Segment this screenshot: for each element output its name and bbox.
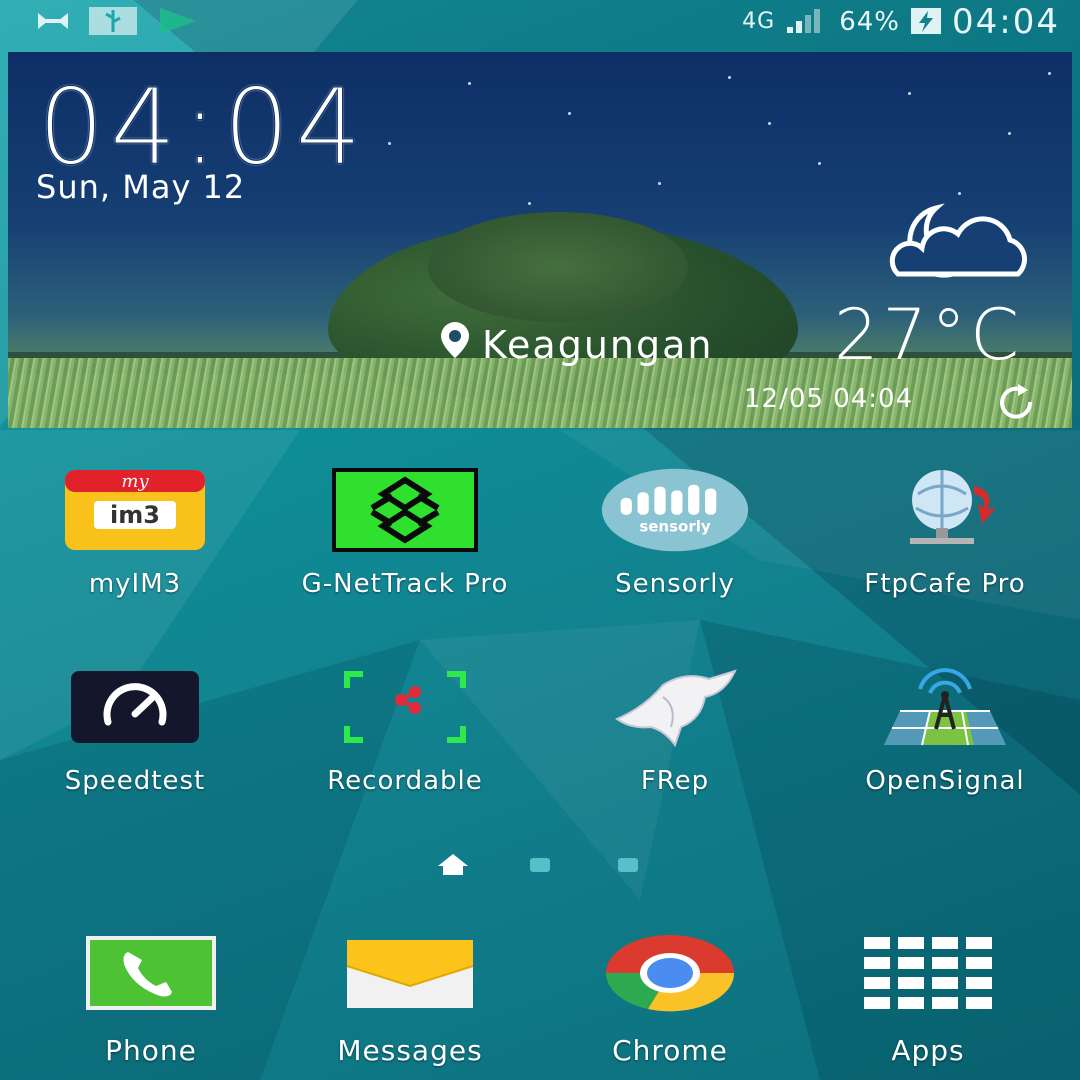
dock-chrome[interactable]: Chrome [545,928,795,1067]
status-bar: 4G 64% 04:04 [0,0,1080,46]
sensorly-icon: sensorly [600,465,750,555]
home-page-icon[interactable] [436,852,470,880]
status-time: 04:04 [952,2,1060,42]
app-label: Recordable [327,766,483,796]
dock-phone[interactable]: Phone [26,928,276,1067]
phone-icon [76,928,226,1018]
dock-label: Phone [105,1034,197,1067]
refresh-icon[interactable] [992,382,1042,426]
page-dot[interactable] [618,858,638,872]
app-label: Speedtest [64,766,206,796]
moon-cloud-icon [858,200,1042,284]
page-dot[interactable] [530,858,550,872]
myim3-icon: my im3 [60,465,210,555]
weather-updated-time: 12/05 04:04 [744,384,914,414]
svg-text:my: my [121,471,149,492]
play-store-icon [156,6,200,40]
app-speedtest[interactable]: Speedtest [10,662,260,794]
frep-icon [600,662,750,752]
battery-charging-icon [910,5,942,39]
clock-weather-widget[interactable]: 04:04 Sun, May 12 Keagungan 27°C 12/05 0… [8,52,1072,428]
battery-percent: 64% [839,7,901,37]
svg-text:im3: im3 [110,501,160,529]
widget-date: Sun, May 12 [36,168,246,206]
recordable-icon [330,662,480,752]
usb-debug-icon [88,6,138,40]
location-name: Keagungan [482,322,714,367]
app-frep[interactable]: FRep [550,662,800,794]
app-ftpcafe-pro[interactable]: FtpCafe Pro [820,465,1070,597]
app-label: FtpCafe Pro [864,569,1026,599]
dock-messages[interactable]: Messages [285,928,535,1067]
dock-label: Apps [891,1034,965,1067]
page-indicator [0,852,1080,876]
dock-apps[interactable]: Apps [803,928,1053,1067]
usb-icon [36,9,70,37]
opensignal-icon [870,662,1020,752]
messages-icon [335,928,485,1018]
ftpcafe-icon [870,465,1020,555]
app-recordable[interactable]: Recordable [280,662,530,794]
app-opensignal[interactable]: OpenSignal [820,662,1070,794]
app-myim3[interactable]: my im3 myIM3 [10,465,260,597]
app-label: Sensorly [615,569,735,599]
dock-label: Messages [337,1034,483,1067]
chrome-icon [595,928,745,1018]
weather-temperature: 27°C [834,294,1023,376]
signal-icon [785,5,829,39]
speedtest-icon [60,662,210,752]
app-label: G-NetTrack Pro [301,569,509,599]
app-label: FRep [640,766,710,796]
app-gnettrack-pro[interactable]: G-NetTrack Pro [280,465,530,597]
network-type: 4G [742,9,776,34]
app-label: OpenSignal [865,766,1025,796]
app-label: myIM3 [88,569,182,599]
tree-top [428,212,688,322]
app-sensorly[interactable]: sensorly Sensorly [550,465,800,597]
weather-location[interactable]: Keagungan [438,320,713,369]
dock-label: Chrome [612,1034,728,1067]
location-pin-icon [438,320,472,369]
gnettrack-icon [330,465,480,555]
svg-text:sensorly: sensorly [639,518,711,536]
apps-grid-icon [853,928,1003,1018]
